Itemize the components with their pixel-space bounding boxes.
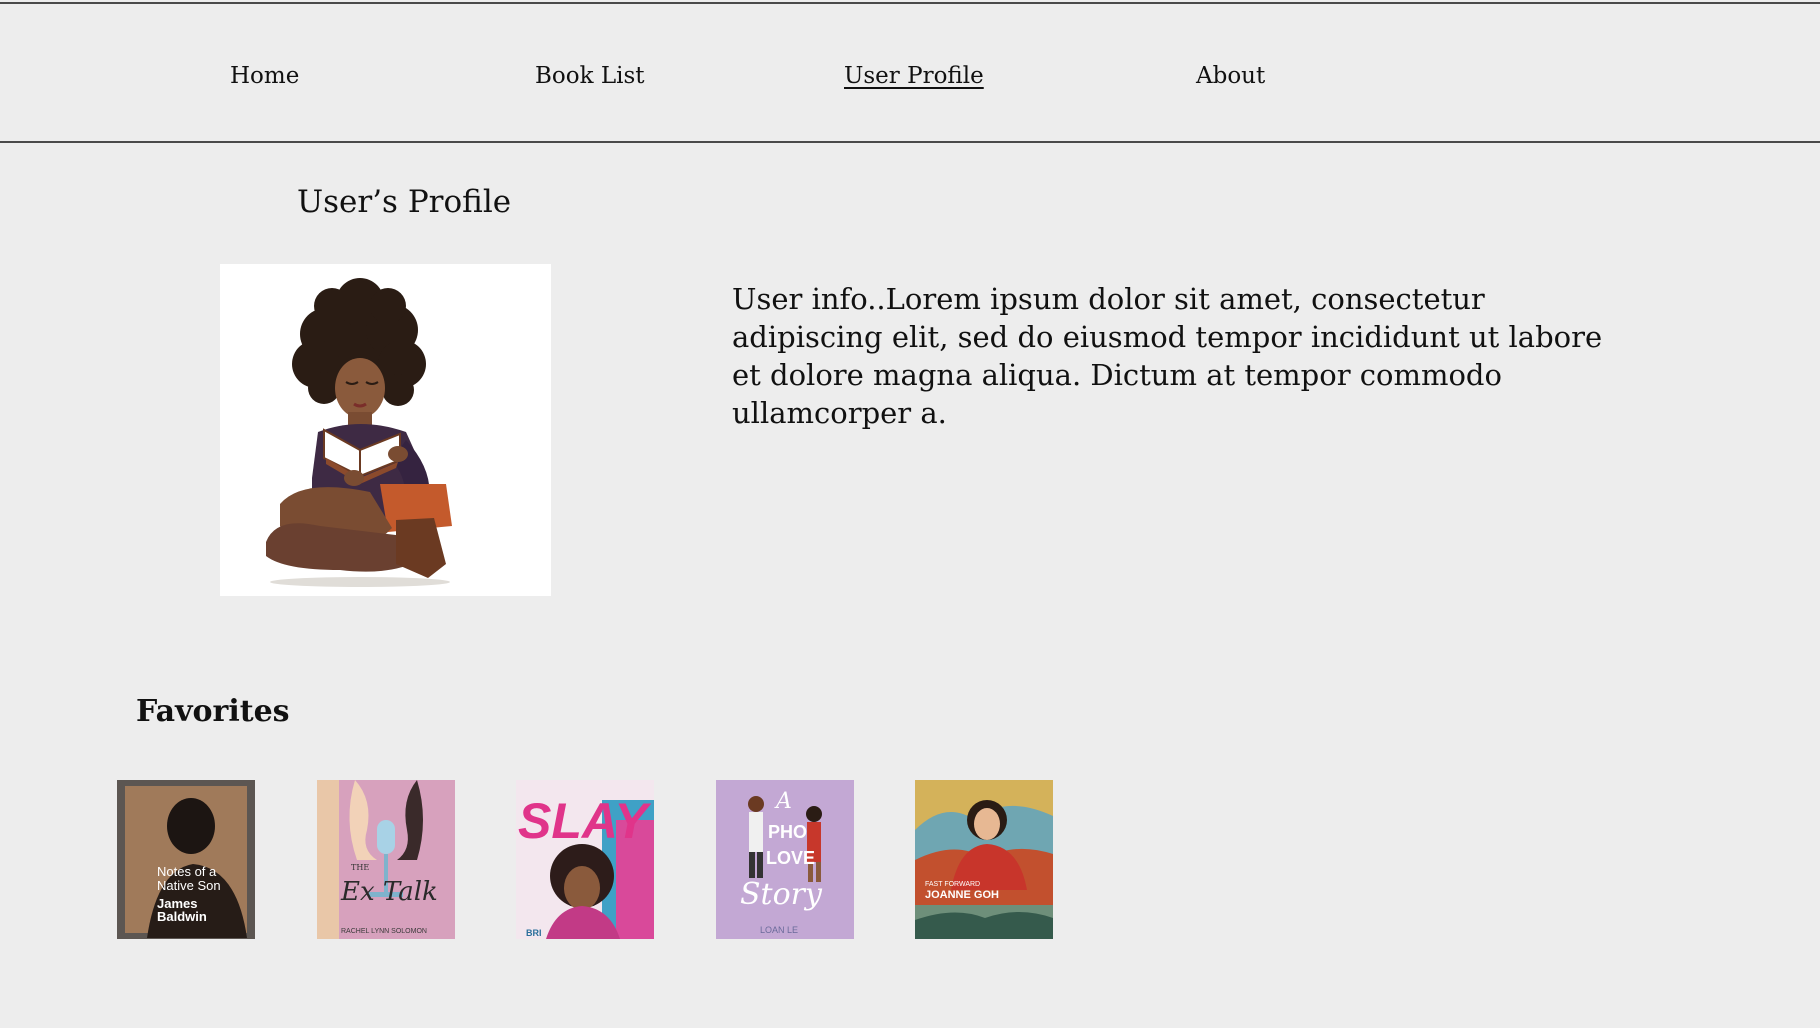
user-info-text: User info..Lorem ipsum dolor sit amet, c… <box>732 282 1603 430</box>
book-4-title-line4: Story <box>740 877 823 912</box>
book-2-pre-title: THE <box>351 863 369 872</box>
nav-book-list-link[interactable]: Book List <box>535 58 645 94</box>
nav-user-profile-link[interactable]: User Profile <box>844 58 984 94</box>
book-4-title-line1: A <box>774 789 792 814</box>
book-2-title: Ex Talk <box>340 877 438 907</box>
reading-woman-icon <box>266 278 452 587</box>
book-1-title-line2: Native Son <box>157 878 221 893</box>
nav-about-link[interactable]: About <box>1196 58 1265 94</box>
favorite-book-the-ex-talk[interactable]: THE Ex Talk RACHEL LYNN SOLOMON <box>317 780 455 939</box>
favorite-book-a-pho-love-story[interactable]: A PHO LOVE Story LOAN LE <box>716 780 854 939</box>
book-3-author: BRI <box>526 928 542 938</box>
book-5-author: JOANNE GOH <box>925 889 999 901</box>
favorite-book-notes-of-a-native-son[interactable]: Notes of a Native Son James Baldwin <box>117 780 255 939</box>
main-navigation: Home Book List User Profile About <box>0 4 1820 141</box>
book-1-title-line1: Notes of a <box>157 864 217 879</box>
book-2-author: RACHEL LYNN SOLOMON <box>341 928 427 935</box>
book-4-title-line2: PHO <box>768 822 807 842</box>
page-title: User’s Profile <box>297 184 512 220</box>
favorite-book-slay[interactable]: SLAY BRI <box>516 780 654 939</box>
profile-avatar <box>220 264 551 596</box>
book-4-title-line3: LOVE <box>766 848 815 868</box>
book-1-author-line2: Baldwin <box>157 909 207 924</box>
favorite-book-fast-forward[interactable]: FAST FORWARD JOANNE GOH <box>915 780 1053 939</box>
nav-divider <box>0 141 1820 143</box>
favorites-heading: Favorites <box>136 694 290 729</box>
book-4-author: LOAN LE <box>760 925 798 935</box>
book-3-title: SLAY <box>518 793 652 849</box>
nav-home-link[interactable]: Home <box>230 58 299 94</box>
book-5-pre-title: FAST FORWARD <box>925 881 980 888</box>
